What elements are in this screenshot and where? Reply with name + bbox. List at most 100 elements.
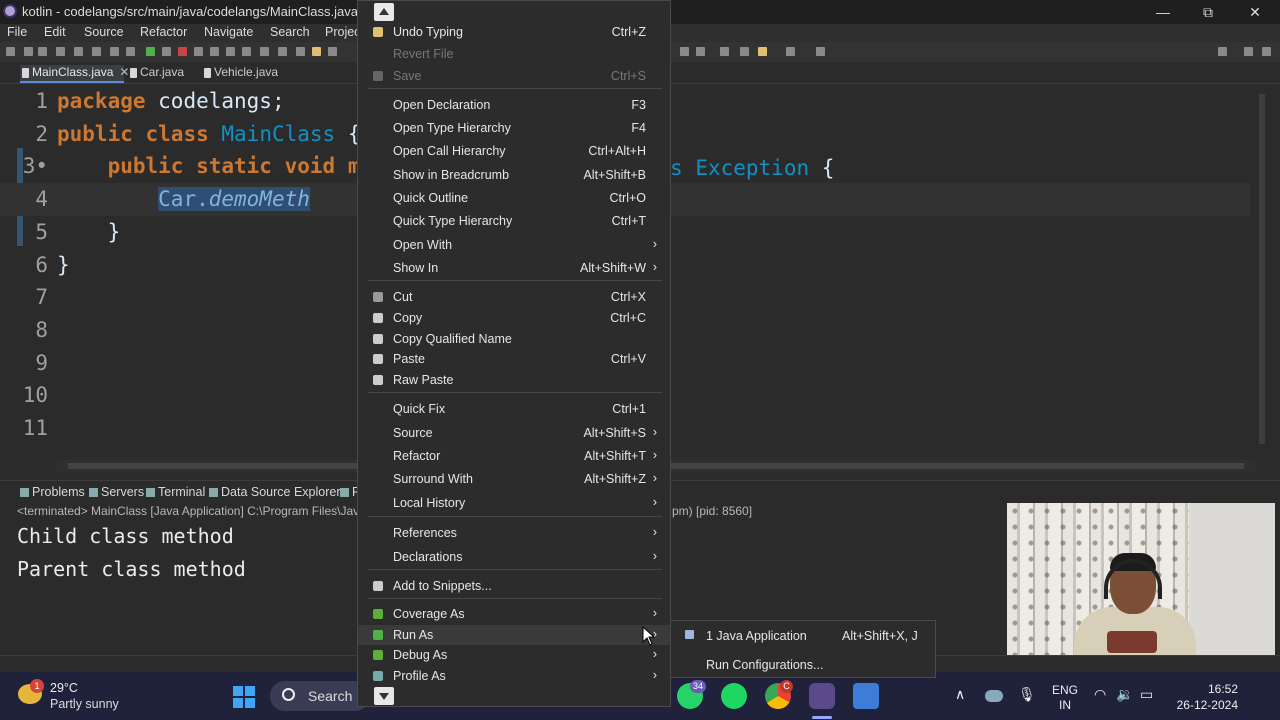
submenu-item-run-configurations[interactable]: Run Configurations... [671, 652, 935, 676]
windows-start-icon[interactable] [233, 686, 255, 708]
menu-project[interactable]: Projec [325, 25, 360, 39]
use-step-filters-icon[interactable] [278, 47, 287, 56]
onedrive-icon[interactable] [985, 690, 1003, 702]
microphone-icon[interactable]: 🎙 [1018, 686, 1036, 703]
step-into-icon[interactable] [210, 47, 219, 56]
line-number: 8 [35, 317, 48, 342]
menu-item-source[interactable]: Source Alt+Shift+S › [358, 423, 670, 443]
menu-item-declarations[interactable]: Declarations › [358, 547, 670, 567]
next-annotation-icon[interactable] [680, 47, 689, 56]
editor-vertical-scrollbar[interactable] [1256, 84, 1268, 460]
menu-search[interactable]: Search [270, 25, 310, 39]
pin-editor-icon[interactable] [740, 47, 749, 56]
submenu-item-java-application[interactable]: 1 Java Application Alt+Shift+X, J [671, 623, 935, 647]
toolbar-search-icon[interactable] [1218, 47, 1227, 56]
menu-item-raw-paste[interactable]: Raw Paste [358, 370, 670, 390]
menu-item-local-history[interactable]: Local History › [358, 493, 670, 513]
menu-item-quick-type-hierarchy[interactable]: Quick Type Hierarchy Ctrl+T [358, 211, 670, 231]
menu-item-save: Save Ctrl+S [358, 66, 670, 86]
menu-item-cut[interactable]: Cut Ctrl+X [358, 287, 670, 307]
notepad-icon[interactable] [853, 683, 879, 709]
menu-item-profile-as[interactable]: Profile As › [358, 666, 670, 686]
spotify-icon[interactable] [721, 683, 747, 709]
menu-edit[interactable]: Edit [44, 25, 66, 39]
stop-icon[interactable] [110, 47, 119, 56]
save-icon[interactable] [24, 47, 33, 56]
menu-item-copy-qualified-name[interactable]: Copy Qualified Name [358, 329, 670, 349]
wifi-icon[interactable]: ◠ [1094, 686, 1106, 703]
menu-item-undo-typing[interactable]: Undo Typing Ctrl+Z [358, 22, 670, 42]
menu-item-show-in[interactable]: Show In Alt+Shift+W › [358, 258, 670, 278]
eclipse-taskbar-icon[interactable] [809, 683, 835, 709]
external-tools-icon[interactable] [296, 47, 305, 56]
menu-navigate[interactable]: Navigate [204, 25, 253, 39]
search-toolbar-icon[interactable] [328, 47, 337, 56]
step-return-icon[interactable] [242, 47, 251, 56]
last-edit-icon[interactable] [720, 47, 729, 56]
menu-item-run-as[interactable]: Run As › [358, 625, 670, 645]
tab-car[interactable]: Car.java [128, 65, 198, 83]
tab-problems[interactable]: Problems [20, 485, 85, 499]
minimize-button[interactable]: — [1143, 2, 1183, 22]
drop-frame-icon[interactable] [260, 47, 269, 56]
save-all-icon[interactable] [38, 47, 47, 56]
step-over-icon[interactable] [226, 47, 235, 56]
tab-label: Terminal [158, 485, 206, 499]
menu-item-surround-with[interactable]: Surround With Alt+Shift+Z › [358, 469, 670, 489]
back-arrow-icon[interactable] [786, 47, 795, 56]
back-icon[interactable] [758, 47, 767, 56]
terminate-icon[interactable] [178, 47, 187, 56]
menu-item-references[interactable]: References › [358, 523, 670, 543]
menu-item-open-with[interactable]: Open With › [358, 235, 670, 255]
menu-item-open-declaration[interactable]: Open Declaration F3 [358, 95, 670, 115]
menu-item-copy[interactable]: Copy Ctrl+C [358, 308, 670, 328]
volume-icon[interactable]: 🔉 [1116, 686, 1133, 703]
tab-data-source-explorer[interactable]: Data Source Explorer [209, 485, 341, 499]
scroll-thumb[interactable] [1259, 94, 1265, 444]
menu-file[interactable]: File [7, 25, 27, 39]
forward-arrow-icon[interactable] [816, 47, 825, 56]
menu-item-open-call-hierarchy[interactable]: Open Call Hierarchy Ctrl+Alt+H [358, 141, 670, 161]
prev-annotation-icon[interactable] [696, 47, 705, 56]
show-hidden-icons-icon[interactable]: ∧ [955, 686, 965, 703]
weather-condition[interactable]: Partly sunny [50, 697, 119, 711]
perspective-icon[interactable] [1244, 47, 1253, 56]
print-icon[interactable] [56, 47, 65, 56]
restore-button[interactable]: ⧉ [1188, 2, 1228, 22]
suspend-icon[interactable] [162, 47, 171, 56]
menu-item-quick-outline[interactable]: Quick Outline Ctrl+O [358, 188, 670, 208]
tab-mainclass[interactable]: MainClass.java ✕ [20, 65, 129, 83]
menu-scroll-up-icon[interactable] [374, 3, 394, 21]
close-window-button[interactable]: ✕ [1235, 2, 1275, 22]
menu-refactor[interactable]: Refactor [140, 25, 187, 39]
new-icon[interactable] [6, 47, 15, 56]
redo-icon[interactable] [92, 47, 101, 56]
menu-item-refactor[interactable]: Refactor Alt+Shift+T › [358, 446, 670, 466]
menu-scroll-down-icon[interactable] [374, 687, 394, 705]
skip-icon[interactable] [126, 47, 135, 56]
clock[interactable]: 16:52 26-12-2024 [1172, 681, 1238, 713]
menu-item-open-type-hierarchy[interactable]: Open Type Hierarchy F4 [358, 118, 670, 138]
resume-icon[interactable] [146, 47, 155, 56]
menu-item-debug-as[interactable]: Debug As › [358, 645, 670, 665]
language-indicator[interactable]: ENG IN [1052, 683, 1078, 713]
taskbar-search[interactable]: Search [270, 681, 370, 711]
menu-source[interactable]: Source [84, 25, 124, 39]
battery-icon[interactable]: ▭ [1140, 686, 1153, 703]
menu-item-paste[interactable]: Paste Ctrl+V [358, 349, 670, 369]
menu-item-show-in-breadcrumb[interactable]: Show in Breadcrumb Alt+Shift+B [358, 165, 670, 185]
menu-item-coverage-as[interactable]: Coverage As › [358, 604, 670, 624]
menu-item-quick-fix[interactable]: Quick Fix Ctrl+1 [358, 399, 670, 419]
tab-vehicle[interactable]: Vehicle.java [202, 65, 292, 83]
tab-servers[interactable]: Servers [89, 485, 144, 499]
temperature[interactable]: 29°C [50, 681, 78, 695]
menu-item-label: Show in Breadcrumb [393, 168, 510, 182]
tab-terminal[interactable]: Terminal [146, 485, 205, 499]
undo-icon[interactable] [74, 47, 83, 56]
java-perspective-icon[interactable] [1262, 47, 1271, 56]
toggle-mark-icon[interactable] [312, 47, 321, 56]
disconnect-icon[interactable] [194, 47, 203, 56]
clock-time: 16:52 [1207, 682, 1238, 696]
menu-item-add-to-snippets[interactable]: Add to Snippets... [358, 576, 670, 596]
